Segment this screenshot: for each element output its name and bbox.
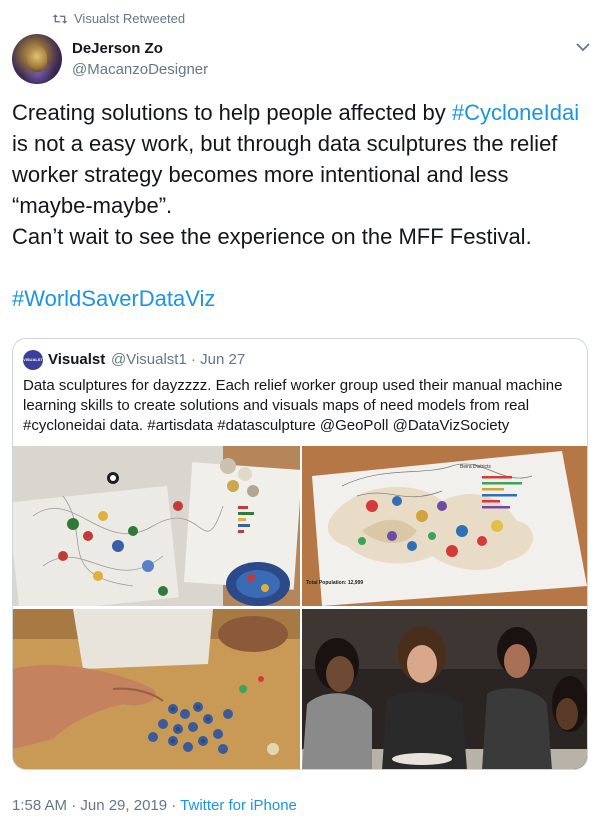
hashtag-cycloneidai[interactable]: #CycloneIdai	[452, 100, 579, 125]
tweet-line-2: is not a easy work, but through data scu…	[12, 131, 558, 156]
retweet-context[interactable]: Visualst Retweeted	[52, 11, 185, 26]
author-avatar[interactable]	[12, 34, 62, 84]
quoted-line-1: Data sculptures for dayzzzz. Each relief…	[23, 377, 563, 394]
retweet-icon	[52, 13, 68, 24]
quoted-handle-date[interactable]: @Visualst1 · Jun 27	[111, 351, 245, 368]
hashtag-worldsaverdataviz[interactable]: #WorldSaverDataViz	[12, 286, 215, 311]
media-grid: Beira Districts Total Population: 12,999	[13, 446, 587, 769]
timestamp[interactable]: 1:58 AM · Jun 29, 2019 ·	[12, 797, 180, 814]
tweet-line-5: Can’t wait to see the experience on the …	[12, 224, 532, 249]
quoted-avatar[interactable]: VISUALST	[23, 350, 43, 370]
quoted-line-3: #cycloneidai data. #artisdata #datasculp…	[23, 417, 510, 434]
photo-participants[interactable]	[302, 609, 587, 769]
source-link[interactable]: Twitter for iPhone	[180, 797, 297, 814]
quoted-line-2: learning skills to create solutions and …	[23, 397, 530, 414]
tweet-text: Creating solutions to help people affect…	[12, 97, 587, 314]
tweet-metadata: 1:58 AM · Jun 29, 2019 · Twitter for iPh…	[12, 797, 297, 814]
author-name[interactable]: DeJerson Zo	[72, 40, 163, 57]
total-population-text: Total Population: 12,999	[306, 580, 363, 586]
tweet-line-4: “maybe-maybe”.	[12, 193, 173, 218]
retweet-label: Visualst Retweeted	[74, 11, 186, 26]
photo-clay-map[interactable]: Beira Districts Total Population: 12,999	[302, 446, 587, 606]
quoted-tweet[interactable]: VISUALST Visualst @Visualst1 · Jun 27 Da…	[12, 338, 588, 770]
photo-sculpture-overhead[interactable]	[13, 446, 300, 606]
tweet-line-3: worker strategy becomes more intentional…	[12, 162, 509, 187]
tweet-line-1: Creating solutions to help people affect…	[12, 100, 452, 125]
quoted-author-name[interactable]: Visualst	[48, 351, 105, 368]
quoted-text: Data sculptures for dayzzzz. Each relief…	[23, 376, 583, 436]
chart-title-text: Beira Districts	[460, 464, 491, 470]
author-handle[interactable]: @MacanzoDesigner	[72, 61, 208, 78]
chevron-down-icon[interactable]	[576, 42, 590, 52]
photo-hand-beads[interactable]	[13, 609, 300, 769]
